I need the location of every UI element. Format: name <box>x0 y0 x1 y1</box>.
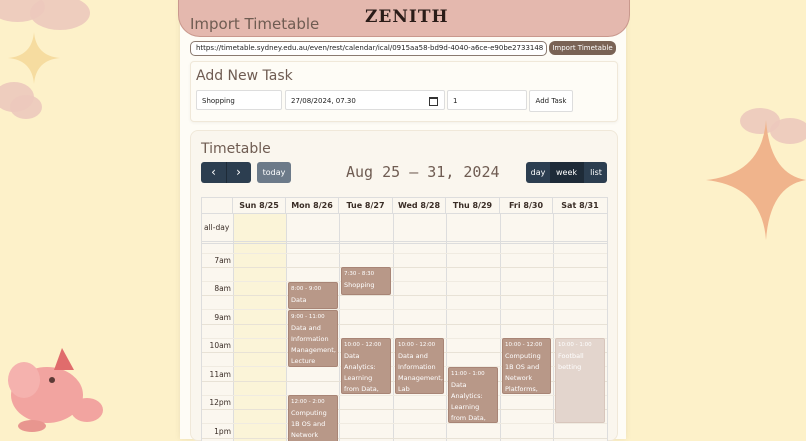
grid-line <box>233 214 234 441</box>
event-title: Football betting <box>558 352 584 371</box>
day-header: Sat 8/31 <box>553 198 607 214</box>
add-task-button[interactable]: Add Task <box>529 90 573 112</box>
grid-line <box>202 324 607 325</box>
day-header: Thu 8/29 <box>446 198 500 214</box>
event-title: Data Analytics: Learning from Data, Lab <box>344 352 379 393</box>
view-switcher: day week list <box>526 162 607 183</box>
grid-line <box>202 243 607 244</box>
event-time: 10:00 - 1:00 <box>558 342 592 348</box>
time-label: 10am <box>209 341 231 350</box>
grid-line <box>286 214 287 441</box>
calendar-event[interactable]: 9:00 - 11:00 Data and Information Manage… <box>288 310 338 367</box>
sunday-shade <box>233 214 286 441</box>
day-header: Wed 8/28 <box>393 198 446 214</box>
prev-week-button[interactable]: ‹ <box>201 162 227 183</box>
task-datetime-value: 27/08/2024, 07.30 <box>291 97 356 105</box>
time-label: 7am <box>214 256 231 265</box>
event-title: Data Analytics: Learning from Data, <box>451 381 486 422</box>
time-column-header <box>202 198 233 214</box>
task-name-input[interactable]: Shopping <box>196 90 282 110</box>
sparkle-icon <box>8 32 60 84</box>
week-grid: Sun 8/25 Mon 8/26 Tue 8/27 Wed 8/28 Thu … <box>201 197 608 441</box>
calendar-event[interactable]: 10:00 - 12:00 Computing 1B OS and Networ… <box>502 338 551 394</box>
timetable-card: Timetable ‹ › today Aug 25 – 31, 2024 da… <box>190 130 618 441</box>
view-day-button[interactable]: day <box>526 162 551 183</box>
calendar-event[interactable]: 11:00 - 1:00 Data Analytics: Learning fr… <box>448 367 498 423</box>
timetable-url-input[interactable]: https://timetable.sydney.edu.au/even/res… <box>190 41 547 56</box>
day-header: Tue 8/27 <box>339 198 393 214</box>
grid-line <box>202 241 607 242</box>
calendar-nav: ‹ › <box>201 162 251 183</box>
calendar-event[interactable]: 7:30 - 8:30 Shopping <box>341 267 391 295</box>
app-container: Import Timetable ZENITH https://timetabl… <box>178 0 630 441</box>
timetable-title: Timetable <box>201 141 271 157</box>
chevron-left-icon: ‹ <box>211 165 216 179</box>
event-title: Data <box>291 296 307 304</box>
app-header: Import Timetable ZENITH <box>178 0 630 37</box>
day-header: Sun 8/25 <box>233 198 286 214</box>
calendar-event[interactable]: 8:00 - 9:00 Data <box>288 282 338 309</box>
task-datetime-input[interactable]: 27/08/2024, 07.30 <box>285 90 445 110</box>
event-time: 10:00 - 12:00 <box>505 342 543 348</box>
event-time: 9:00 - 11:00 <box>291 314 325 320</box>
event-title: Computing 1B OS and Network <box>291 409 327 439</box>
grid-line <box>446 214 447 441</box>
view-list-button[interactable]: list <box>583 162 607 183</box>
add-task-card: Add New Task Shopping 27/08/2024, 07.30 … <box>190 61 618 122</box>
calendar-event[interactable]: 10:00 - 1:00 Football betting <box>555 338 605 423</box>
grid-line <box>553 214 554 441</box>
event-title: Shopping <box>344 281 375 289</box>
day-header: Fri 8/30 <box>500 198 553 214</box>
grid-line <box>202 253 607 254</box>
grid-line <box>202 281 607 282</box>
event-title: Data and Information Management, Lab <box>398 352 443 393</box>
date-range-title: Aug 25 – 31, 2024 <box>346 163 500 181</box>
brand-logo: ZENITH <box>365 7 449 27</box>
grid-line <box>393 214 394 441</box>
elephant-illustration <box>8 348 103 432</box>
grid-line <box>339 214 340 441</box>
sparkle-icon <box>706 120 806 240</box>
grid-line <box>202 295 607 296</box>
all-day-label: all-day <box>204 223 230 232</box>
event-time: 11:00 - 1:00 <box>451 371 485 377</box>
task-duration-input[interactable]: 1 <box>447 90 527 110</box>
time-label: 8am <box>214 284 231 293</box>
day-header: Mon 8/26 <box>286 198 339 214</box>
time-label: 11am <box>209 370 231 379</box>
event-time: 7:30 - 8:30 <box>344 271 375 277</box>
event-time: 10:00 - 12:00 <box>344 342 382 348</box>
event-time: 8:00 - 9:00 <box>291 286 322 292</box>
calendar-event[interactable]: 12:00 - 2:00 Computing 1B OS and Network <box>288 395 338 441</box>
next-week-button[interactable]: › <box>226 162 251 183</box>
grid-line <box>202 309 607 310</box>
view-week-button[interactable]: week <box>550 162 583 183</box>
today-button[interactable]: today <box>257 162 291 183</box>
chevron-right-icon: › <box>236 165 241 179</box>
add-task-title: Add New Task <box>196 68 293 84</box>
event-title: Computing 1B OS and Network Platforms, L… <box>505 352 541 393</box>
import-timetable-title: Import Timetable <box>190 15 320 33</box>
grid-line <box>500 214 501 441</box>
grid-line <box>202 267 607 268</box>
calendar-event[interactable]: 10:00 - 12:00 Data Analytics: Learning f… <box>341 338 391 394</box>
import-timetable-button[interactable]: Import Timetable <box>549 41 616 55</box>
time-label: 1pm <box>214 427 231 436</box>
calendar-icon[interactable] <box>429 97 438 106</box>
grid-line <box>202 409 607 410</box>
grid-line <box>202 395 607 396</box>
event-time: 12:00 - 2:00 <box>291 399 325 405</box>
time-label: 9am <box>214 313 231 322</box>
event-time: 10:00 - 12:00 <box>398 342 436 348</box>
time-label: 12pm <box>209 398 231 407</box>
event-title: Data and Information Management, Lecture <box>291 324 336 365</box>
grid-line <box>202 423 607 424</box>
calendar-event[interactable]: 10:00 - 12:00 Data and Information Manag… <box>395 338 444 394</box>
